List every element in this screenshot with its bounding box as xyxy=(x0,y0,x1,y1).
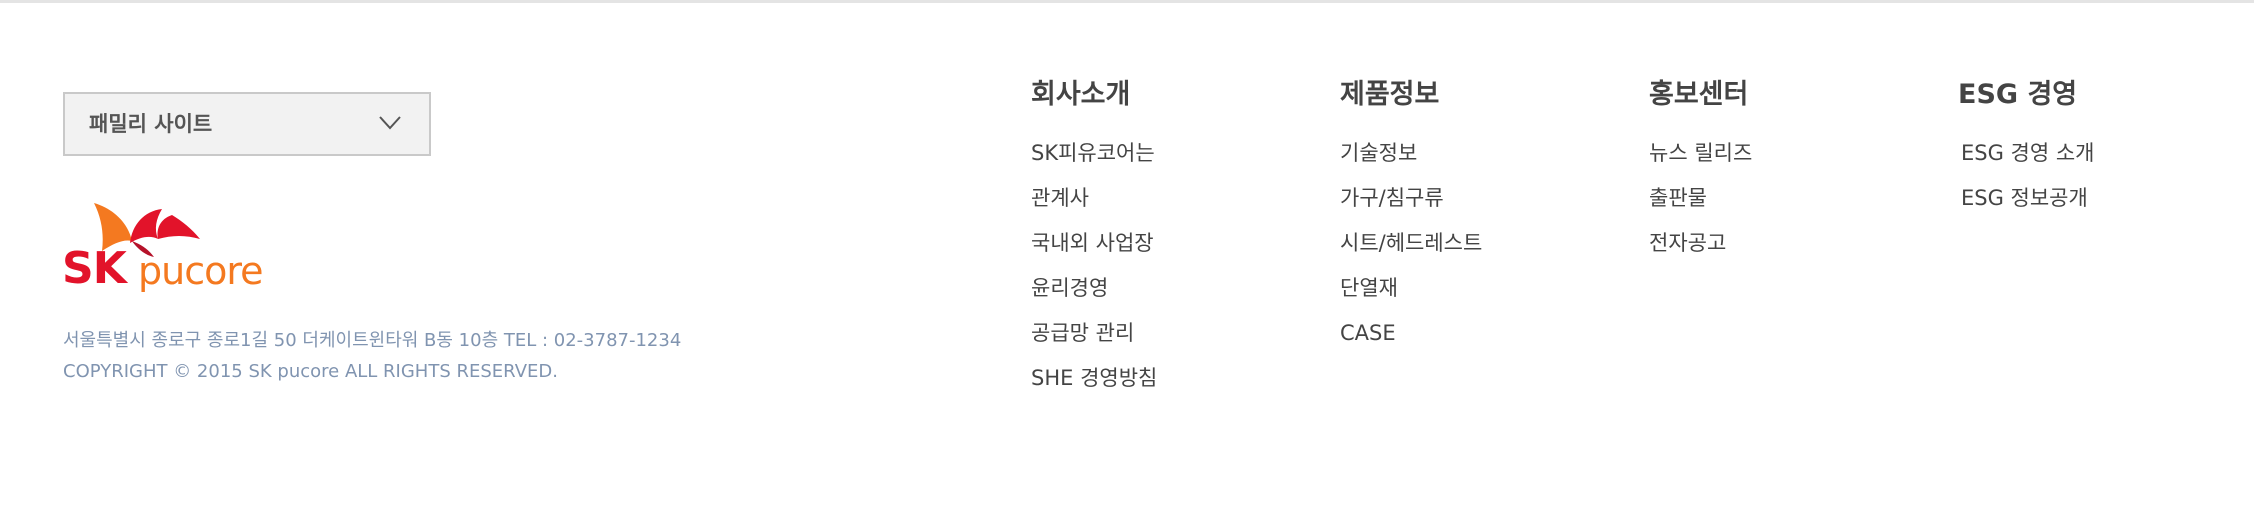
site-footer: 패밀리 사이트 SK pucore 서울특별시 종로구 종로1길 50 더케이트… xyxy=(0,0,2254,512)
menu-link[interactable]: 가구/침구류 xyxy=(1340,176,1482,221)
menu-link[interactable]: 기술정보 xyxy=(1340,131,1482,176)
menu-link[interactable]: ESG 경영 소개 xyxy=(1961,131,2095,176)
menu-title-products[interactable]: 제품정보 xyxy=(1340,73,1482,117)
sk-pucore-logo[interactable]: SK pucore xyxy=(62,199,264,297)
menu-link[interactable]: 출판물 xyxy=(1649,176,1752,221)
menu-title-company[interactable]: 회사소개 xyxy=(1031,73,1157,117)
menu-link[interactable]: 전자공고 xyxy=(1649,221,1752,266)
address-line: 서울특별시 종로구 종로1길 50 더케이트윈타워 B동 10층 TEL : 0… xyxy=(63,330,682,351)
menu-link[interactable]: 단열재 xyxy=(1340,266,1482,311)
menu-link[interactable]: ESG 정보공개 xyxy=(1961,176,2095,221)
footer-menu-products: 제품정보 기술정보 가구/침구류 시트/헤드레스트 단열재 CASE xyxy=(1340,73,1482,356)
menu-link[interactable]: 국내외 사업장 xyxy=(1031,221,1157,266)
footer-menu-pr: 홍보센터 뉴스 릴리즈 출판물 전자공고 xyxy=(1649,73,1752,266)
family-site-dropdown[interactable]: 패밀리 사이트 xyxy=(63,92,431,156)
company-info: 서울특별시 종로구 종로1길 50 더케이트윈타워 B동 10층 TEL : 0… xyxy=(63,325,681,387)
menu-link[interactable]: 윤리경영 xyxy=(1031,266,1157,311)
menu-link[interactable]: 관계사 xyxy=(1031,176,1157,221)
logo-pucore-text: pucore xyxy=(138,249,264,293)
footer-menu-esg: ESG 경영 ESG 경영 소개 ESG 정보공개 xyxy=(1958,73,2095,221)
menu-link[interactable]: 뉴스 릴리즈 xyxy=(1649,131,1752,176)
copyright-line: COPYRIGHT © 2015 SK pucore ALL RIGHTS RE… xyxy=(63,361,558,382)
footer-menu-company: 회사소개 SK피유코어는 관계사 국내외 사업장 윤리경영 공급망 관리 SHE… xyxy=(1031,73,1157,401)
menu-link[interactable]: 시트/헤드레스트 xyxy=(1340,221,1482,266)
logo-sk-text: SK xyxy=(62,243,127,294)
menu-link[interactable]: SK피유코어는 xyxy=(1031,131,1157,176)
menu-title-pr[interactable]: 홍보센터 xyxy=(1649,73,1752,117)
menu-link[interactable]: CASE xyxy=(1340,311,1482,356)
menu-link[interactable]: SHE 경영방침 xyxy=(1031,356,1157,401)
family-site-label: 패밀리 사이트 xyxy=(89,112,213,136)
chevron-down-icon xyxy=(379,116,401,130)
menu-link[interactable]: 공급망 관리 xyxy=(1031,311,1157,356)
menu-title-esg[interactable]: ESG 경영 xyxy=(1958,73,2095,117)
